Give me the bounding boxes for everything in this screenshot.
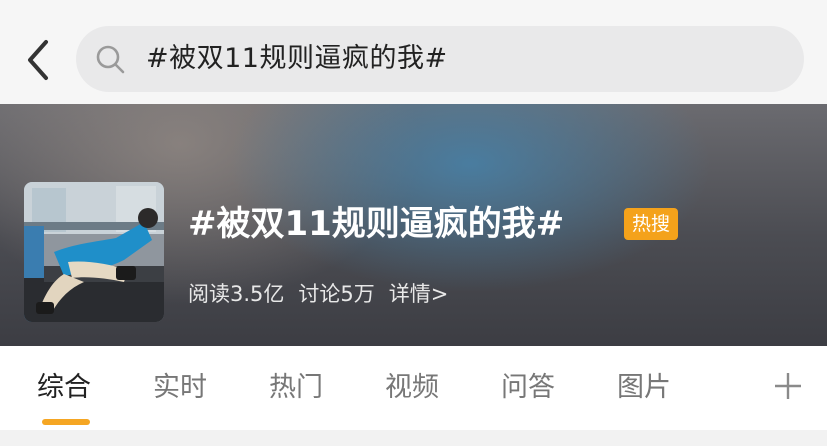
back-button[interactable] [18,34,62,86]
topic-thumbnail[interactable] [24,182,164,322]
tab-realtime[interactable]: 实时 [153,346,207,430]
chevron-left-icon [28,40,48,80]
add-tab-button[interactable] [770,368,806,404]
hot-search-badge: 热搜 [624,208,679,240]
topic-header: #被双11规则逼疯的我# 热搜 阅读3.5亿 讨论5万 详情> [0,104,827,346]
topic-title: #被双11规则逼疯的我# [188,204,565,244]
discussion-count: 讨论5万 [298,282,375,306]
top-search-bar: #被双11规则逼疯的我# [0,0,827,104]
content-divider [0,430,827,446]
topic-stats: 阅读3.5亿 讨论5万 详情> [188,277,462,311]
active-tab-indicator [42,419,90,425]
tab-comprehensive[interactable]: 综合 [37,346,91,430]
topic-thumbnail-image [24,182,164,322]
tab-hot[interactable]: 热门 [269,346,323,430]
tab-video[interactable]: 视频 [385,346,439,430]
tab-pictures[interactable]: 图片 [617,346,671,430]
search-input[interactable]: #被双11规则逼疯的我# [76,26,804,92]
search-query-text: #被双11规则逼疯的我# [146,43,448,74]
tab-qa[interactable]: 问答 [501,346,555,430]
read-count: 阅读3.5亿 [188,282,285,306]
tab-bar: 综合 实时 热门 视频 问答 图片 [0,346,827,430]
plus-icon [775,373,801,399]
details-link[interactable]: 详情> [389,282,449,306]
search-icon [96,45,125,74]
